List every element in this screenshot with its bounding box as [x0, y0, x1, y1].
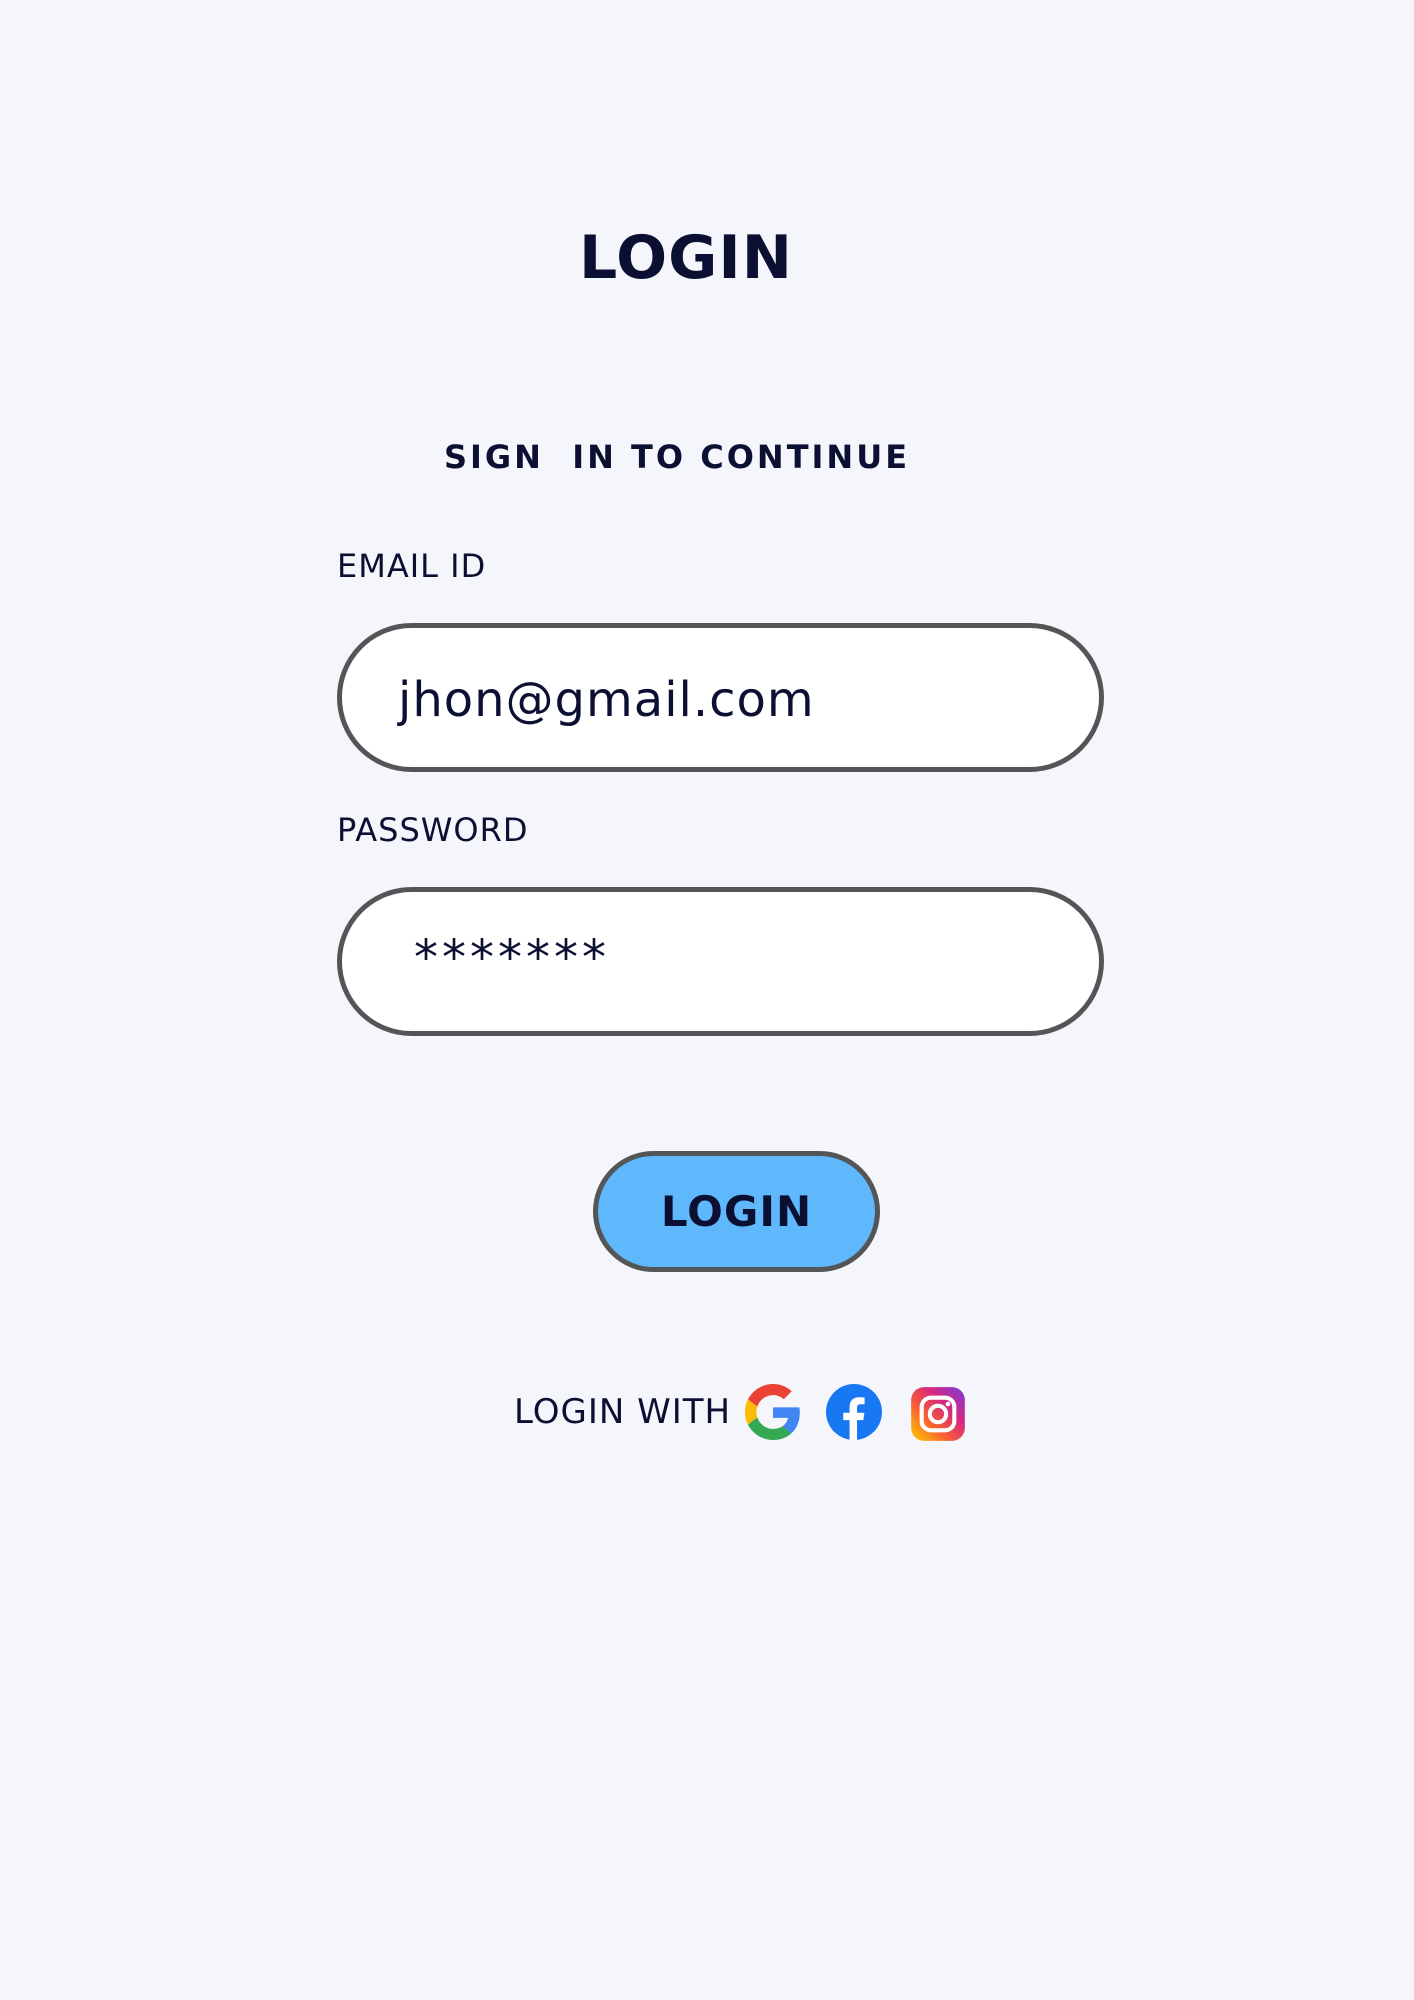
facebook-icon[interactable]	[826, 1384, 882, 1440]
google-icon[interactable]	[745, 1384, 801, 1440]
instagram-icon[interactable]	[910, 1386, 966, 1442]
email-label: EMAIL ID	[337, 547, 487, 585]
password-value[interactable]: *******	[414, 930, 610, 986]
email-field[interactable]: jhon@gmail.com	[337, 623, 1104, 772]
password-label: PASSWORD	[337, 811, 529, 849]
email-value[interactable]: jhon@gmail.com	[398, 672, 815, 728]
password-field[interactable]: *******	[337, 887, 1104, 1036]
login-button[interactable]: LOGIN	[593, 1151, 880, 1272]
page-title: LOGIN	[579, 223, 793, 293]
page-subtitle: SIGN IN TO CONTINUE	[443, 438, 911, 476]
login-with-label: LOGIN WITH	[514, 1392, 732, 1432]
